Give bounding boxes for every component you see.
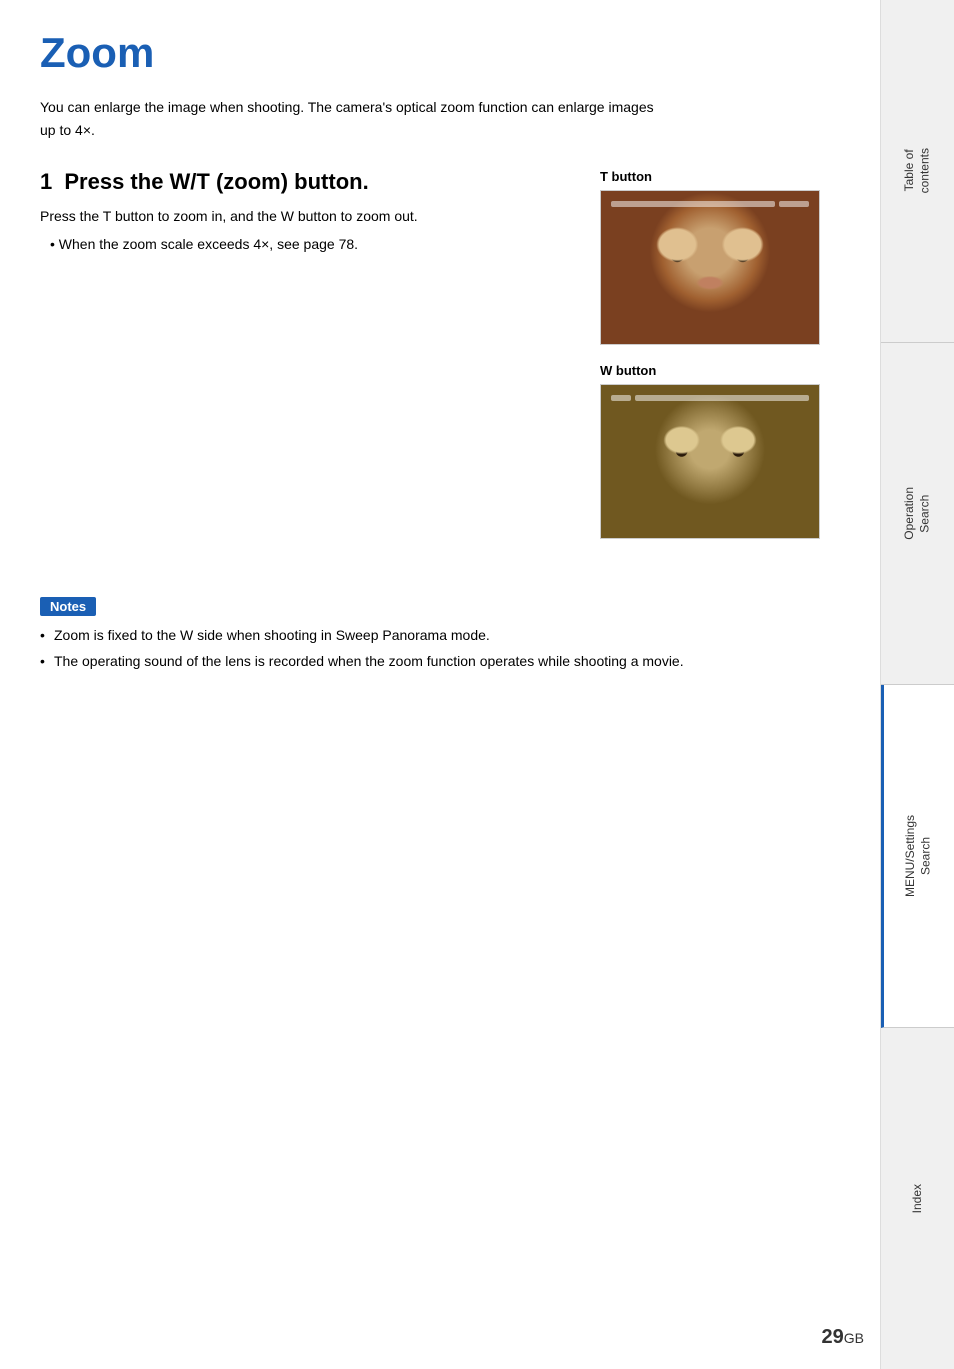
left-column: 1 Press the W/T (zoom) button. Press the… — [40, 169, 570, 256]
page-number: 29GB — [822, 1326, 864, 1349]
camera-ui-overlay — [605, 195, 815, 213]
page-num-suffix: GB — [844, 1330, 864, 1346]
sidebar-tab-operation-label: OperationSearch — [902, 487, 933, 540]
notes-badge: Notes — [40, 597, 96, 616]
cam-ui-bar-left-2 — [611, 395, 631, 401]
main-content: Zoom You can enlarge the image when shoo… — [0, 0, 880, 1369]
w-button-label: W button — [600, 363, 840, 378]
page-title: Zoom — [40, 30, 840, 76]
sidebar-tab-menu-label: MENU/SettingsSearch — [903, 815, 934, 897]
step-heading-text: Press the W/T (zoom) button. — [64, 169, 368, 194]
cam-ui-bar-right — [779, 201, 809, 207]
camera-ui-overlay-2 — [605, 389, 815, 407]
content-area: 1 Press the W/T (zoom) button. Press the… — [40, 169, 840, 557]
intro-text: You can enlarge the image when shooting.… — [40, 96, 660, 141]
step-bullet-1: When the zoom scale exceeds 4×, see page… — [50, 233, 570, 255]
step-number: 1 — [40, 169, 52, 194]
notes-list: Zoom is fixed to the W side when shootin… — [40, 624, 780, 673]
w-button-image — [600, 384, 820, 539]
sidebar-tab-index-label: Index — [910, 1184, 926, 1213]
sidebar-tab-index[interactable]: Index — [881, 1028, 954, 1369]
step-bullets: When the zoom scale exceeds 4×, see page… — [40, 233, 570, 255]
cam-ui-bar-left — [611, 201, 775, 207]
notes-item-1: Zoom is fixed to the W side when shootin… — [40, 624, 780, 646]
step-body: Press the T button to zoom in, and the W… — [40, 205, 570, 227]
notes-item-2: The operating sound of the lens is recor… — [40, 650, 780, 672]
right-column: T button W button — [600, 169, 840, 557]
cam-ui-bar-right-2 — [635, 395, 809, 401]
sidebar-tab-operation[interactable]: OperationSearch — [881, 343, 954, 686]
t-button-label: T button — [600, 169, 840, 184]
sidebar-tab-toc-label: Table ofcontents — [902, 148, 933, 193]
sidebar-tab-menu[interactable]: MENU/SettingsSearch — [881, 685, 954, 1028]
sidebar-tab-toc[interactable]: Table ofcontents — [881, 0, 954, 343]
sidebar: Table ofcontents OperationSearch MENU/Se… — [880, 0, 954, 1369]
t-button-image — [600, 190, 820, 345]
page-num-digits: 29 — [822, 1326, 844, 1348]
notes-section: Notes Zoom is fixed to the W side when s… — [40, 597, 780, 673]
step-1-heading: 1 Press the W/T (zoom) button. — [40, 169, 570, 195]
